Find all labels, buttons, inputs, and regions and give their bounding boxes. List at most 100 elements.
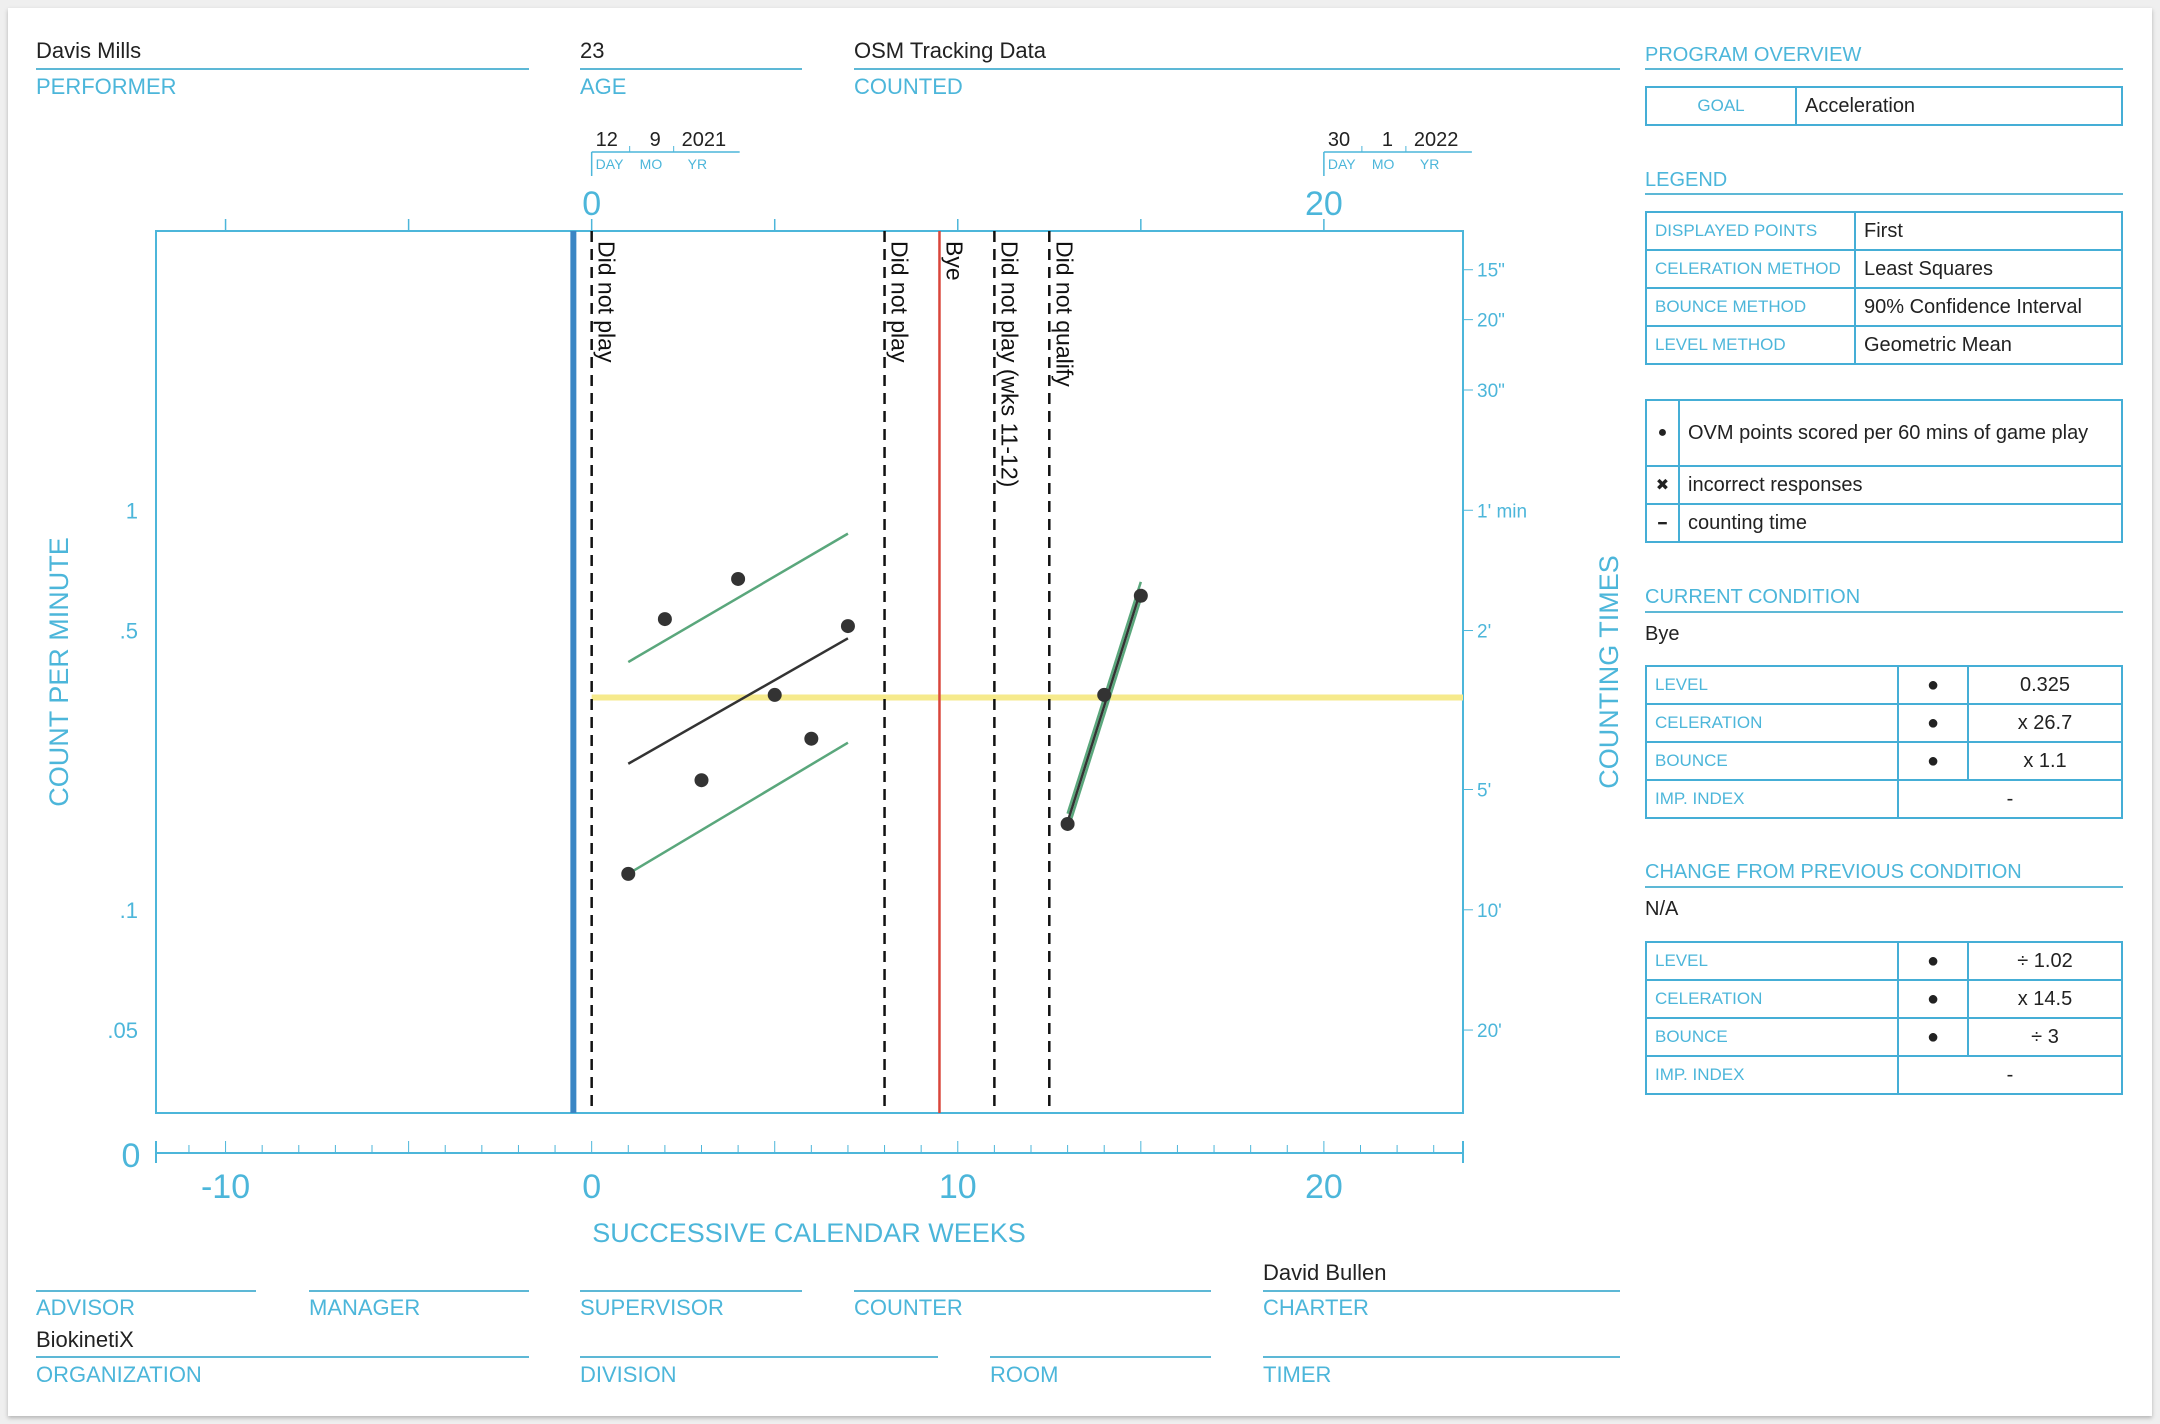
stat-value: 0.325 [1967,665,2123,705]
top-tick-label: 0 [582,185,601,223]
division-label: DIVISION [580,1362,677,1387]
room-label: ROOM [990,1362,1059,1387]
stat-value: x 26.7 [1967,703,2123,743]
plot-frame [155,230,1464,1114]
y-tick-label-right: 1' min [1477,501,1527,522]
x-tick-label: 20 [1305,1168,1343,1206]
legend-symbol-text: OVM points scored per 60 mins of game pl… [1678,399,2123,467]
legend-value: 90% Confidence Interval [1854,287,2123,327]
data-point [657,612,672,627]
date-year-label: YR [1420,156,1439,172]
division-rule [580,1356,938,1358]
current-condition-heading: CURRENT CONDITION [1645,586,1861,608]
change-rule [1645,886,2123,888]
legend-value: Geometric Mean [1854,325,2123,365]
bounce-line [627,532,849,664]
y-tick-label-right: 20' [1477,1021,1502,1042]
supervisor-label: SUPERVISOR [580,1295,724,1320]
stat-key: LEVEL [1645,941,1899,981]
x-tick-label: -10 [201,1168,250,1206]
program-overview-rule [1645,68,2123,70]
organization-rule [36,1356,529,1358]
manager-label: MANAGER [309,1295,421,1320]
date-month: 1 [1382,129,1393,151]
y-tick-label-right: 15" [1477,261,1505,282]
filled-dot-icon: ● [1897,941,1969,981]
room-rule [990,1356,1211,1358]
condition-label: Did not play [594,241,620,363]
timer-label: TIMER [1263,1362,1332,1387]
top-tick-label: 20 [1305,185,1343,223]
change-name: N/A [1645,898,1679,920]
y-axis-label: COUNT PER MINUTE [44,537,74,807]
data-point [1133,588,1148,603]
date-month-label: MO [1372,156,1395,172]
goal-value: Acceleration [1795,86,2123,126]
organization-value: BiokinetiX [36,1327,134,1352]
organization-label: ORGANIZATION [36,1362,202,1387]
y-tick-label-right: 10' [1477,901,1502,922]
supervisor-rule [580,1290,802,1292]
filled-dot-icon: ● [1897,703,1969,743]
counter-rule [854,1290,1211,1292]
y2-axis-label: COUNTING TIMES [1594,555,1624,789]
charter-rule [1263,1290,1620,1292]
condition-label: Did not play [887,241,913,363]
timer-rule [1263,1356,1620,1358]
bounce-line [1066,598,1143,831]
stat-value: ÷ 1.02 [1967,941,2123,981]
x-tick-label: 0 [582,1168,601,1206]
legend-key: LEVEL METHOD [1645,325,1856,365]
goal-table: GOAL Acceleration [1645,86,2123,126]
filled-dot-icon: ● [1897,665,1969,705]
y-tick-label-right: 30" [1477,381,1505,402]
legend-rule [1645,193,2123,195]
legend-symbols-table: ● OVM points scored per 60 mins of game p… [1645,399,2123,543]
date-month-label: MO [640,156,663,172]
current-condition-rule [1645,611,2123,613]
stat-key: LEVEL [1645,665,1899,705]
legend-settings-table: DISPLAYED POINTS First CELERATION METHOD L… [1645,211,2123,365]
charter-label: CHARTER [1263,1295,1369,1320]
stat-value: x 14.5 [1967,979,2123,1019]
data-point [621,866,636,881]
y-tick-label-left: .1 [120,898,138,923]
data-point [840,619,855,634]
filled-dot-icon: ● [1897,1017,1969,1057]
data-point [1060,816,1075,831]
y-tick-label-left: .05 [107,1018,138,1043]
stat-key: BOUNCE [1645,741,1899,781]
filled-dot-icon: ● [1897,741,1969,781]
date-year: 2022 [1414,129,1459,151]
manager-rule [309,1290,529,1292]
bounce-line [627,741,849,875]
stat-key: IMP. INDEX [1645,1055,1899,1095]
legend-value: First [1854,211,2123,251]
stat-key: CELERATION [1645,703,1899,743]
date-day: 12 [596,129,618,151]
charter-value: David Bullen [1263,1260,1387,1285]
y-tick-label-left: .5 [120,619,138,644]
date-year: 2021 [682,129,727,151]
stat-value: - [1897,779,2123,819]
stat-key: CELERATION [1645,979,1899,1019]
data-point [694,773,709,788]
data-point [804,731,819,746]
date-day-label: DAY [596,156,624,172]
celeration-line [627,637,849,765]
condition-label: Bye [941,241,967,281]
date-year-label: YR [688,156,707,172]
x-axis-label: SUCCESSIVE CALENDAR WEEKS [592,1218,1026,1248]
current-condition-name: Bye [1645,623,1680,645]
goal-label: GOAL [1645,86,1797,126]
x-mark-icon: ✖ [1645,465,1680,505]
counter-label: COUNTER [854,1295,963,1320]
stat-value: x 1.1 [1967,741,2123,781]
legend-key: BOUNCE METHOD [1645,287,1856,327]
legend-symbol-text: incorrect responses [1678,465,2123,505]
dash-icon: ━ [1645,503,1680,543]
legend-value: Least Squares [1854,249,2123,289]
advisor-rule [36,1290,256,1292]
condition-label: Did not play (wks 11-12) [996,241,1022,487]
legend-symbol-text: counting time [1678,503,2123,543]
